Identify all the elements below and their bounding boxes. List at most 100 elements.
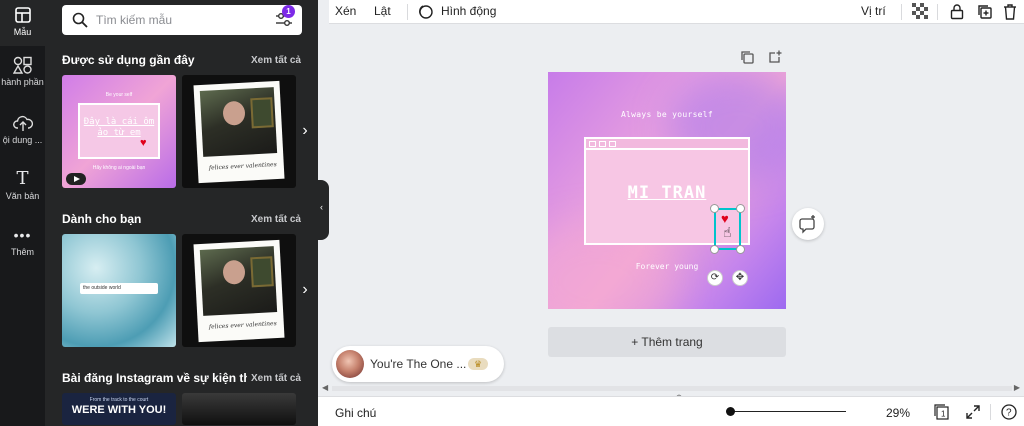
divider: [901, 4, 902, 20]
resize-handle[interactable]: [710, 245, 719, 254]
rail-label: ội dung ...: [2, 135, 43, 145]
help-icon[interactable]: ?: [1001, 404, 1017, 420]
chevron-right-icon[interactable]: ›: [295, 121, 315, 141]
album-avatar: [336, 350, 364, 378]
svg-text:?: ?: [1006, 408, 1012, 419]
design-top-text[interactable]: Always be yourself: [548, 110, 786, 119]
lock-icon[interactable]: [949, 3, 966, 20]
polaroid: felices ever valentines: [193, 80, 285, 184]
rotate-icon[interactable]: ⟳: [707, 270, 723, 286]
divider: [937, 4, 938, 20]
design-page[interactable]: Always be yourself MI TRAN Forever young: [548, 72, 786, 309]
elements-icon: [12, 56, 33, 74]
photo: [199, 87, 278, 157]
rail-item-uploads[interactable]: ội dung ...: [0, 114, 45, 154]
zoom-slider-track[interactable]: [730, 411, 846, 412]
thumb-text: Hãy không ai ngoài bạn: [92, 165, 146, 171]
rail-label: Mẫu: [13, 27, 32, 37]
see-all-link[interactable]: Xem tất cả: [251, 55, 301, 66]
selected-element[interactable]: ♥ ☝: [714, 208, 741, 250]
template-thumb[interactable]: felices ever valentines: [182, 75, 296, 188]
template-icon: [13, 6, 33, 24]
rail-item-templates[interactable]: Mẫu: [0, 0, 45, 46]
divider: [407, 4, 408, 20]
heart-icon: ♥: [140, 137, 147, 149]
add-page-button[interactable]: + Thêm trang: [548, 327, 786, 357]
play-icon: [66, 173, 86, 185]
transparency-icon[interactable]: [912, 3, 929, 20]
move-icon[interactable]: ✥: [732, 270, 748, 286]
section-title: Dành cho bạn: [62, 212, 142, 226]
zoom-value[interactable]: 29%: [886, 406, 910, 420]
section-title: Bài đăng Instagram về sự kiện th...: [62, 371, 247, 385]
zoom-slider-knob[interactable]: [726, 407, 735, 416]
search-box[interactable]: [62, 5, 302, 35]
photo-head: [222, 100, 246, 126]
notes-button[interactable]: Ghi chú: [335, 406, 376, 420]
thumb-text: WERE WITH YOU!: [71, 404, 167, 416]
polaroid-caption: felices ever valentines: [208, 320, 277, 331]
close-square-icon: [589, 141, 596, 147]
template-thumb[interactable]: felices ever valentines: [182, 234, 296, 347]
fullscreen-icon[interactable]: [965, 404, 981, 420]
section-title: Được sử dụng gần đây: [62, 53, 195, 67]
design-bottom-text[interactable]: Forever young: [548, 262, 786, 271]
thumb-window: Đây là cái ôm ảo từ em: [78, 103, 160, 159]
template-thumb[interactable]: Be your self Đây là cái ôm ảo từ em ♥ Hã…: [62, 75, 176, 188]
bottom-bar: Ghi chú 29% 1 ?: [318, 396, 1024, 426]
animate-button[interactable]: Hình động: [441, 4, 496, 18]
rail-label: hành phần: [1, 77, 44, 87]
templates-panel: 1 Được sử dụng gần đây Xem tất cả Be you…: [45, 0, 318, 426]
rail-label: Thêm: [10, 247, 34, 257]
animate-icon[interactable]: [417, 3, 434, 20]
add-page-icon[interactable]: [768, 50, 782, 64]
minimize-square-icon: [609, 141, 616, 147]
page-count-icon[interactable]: 1: [934, 404, 950, 420]
photo-frame: [250, 97, 274, 129]
collapse-panel-button[interactable]: ‹: [318, 180, 329, 240]
trash-icon[interactable]: [1002, 3, 1019, 20]
template-thumb[interactable]: the outside world: [62, 234, 176, 347]
more-icon: •••: [13, 227, 32, 243]
resize-handle[interactable]: [710, 204, 719, 213]
thumb-search-bar: the outside world: [80, 283, 158, 294]
rail-item-elements[interactable]: hành phần: [0, 56, 45, 96]
design-name-text[interactable]: MI TRAN: [586, 183, 748, 203]
music-pill[interactable]: You're The One ... ♛: [332, 346, 504, 382]
see-all-link[interactable]: Xem tất cả: [251, 214, 301, 225]
search-input[interactable]: [96, 11, 266, 29]
add-comment-button[interactable]: [792, 208, 824, 240]
upload-icon: [12, 114, 33, 132]
polaroid-caption: felices ever valentines: [208, 161, 277, 172]
filter-badge: 1: [282, 5, 295, 18]
polaroid: felices ever valentines: [193, 239, 285, 343]
left-rail: Mẫu hành phần ội dung ... T Văn bản ••• …: [0, 0, 45, 426]
crown-icon: ♛: [468, 358, 488, 370]
template-thumb[interactable]: [182, 393, 296, 425]
divider: [990, 404, 991, 420]
resize-handle[interactable]: [736, 245, 745, 254]
chevron-right-icon[interactable]: ›: [295, 280, 315, 300]
duplicate-page-icon[interactable]: [740, 50, 754, 64]
top-toolbar: Xén Lật Hình động Vị trí: [329, 0, 1024, 24]
photo-head: [222, 259, 246, 285]
crop-button[interactable]: Xén: [335, 4, 356, 18]
thumb-text: From the track to the court: [89, 397, 149, 403]
photo-frame: [250, 256, 274, 288]
scroll-right-icon[interactable]: ▶: [1014, 383, 1020, 392]
window-titlebar: [586, 139, 748, 150]
resize-handle[interactable]: [736, 204, 745, 213]
flip-button[interactable]: Lật: [374, 4, 391, 18]
photo: [199, 246, 278, 316]
rail-label: Văn bản: [5, 191, 40, 201]
search-icon: [72, 12, 88, 28]
rail-item-text[interactable]: T Văn bản: [0, 170, 45, 210]
rail-item-more[interactable]: ••• Thêm: [0, 226, 45, 266]
duplicate-icon[interactable]: [976, 3, 993, 20]
scroll-left-icon[interactable]: ◀: [322, 383, 328, 392]
see-all-link[interactable]: Xem tất cả: [251, 373, 301, 384]
template-thumb[interactable]: From the track to the court WERE WITH YO…: [62, 393, 176, 425]
square-icon: [599, 141, 606, 147]
position-button[interactable]: Vị trí: [861, 4, 886, 18]
music-title: You're The One ...: [370, 357, 467, 371]
